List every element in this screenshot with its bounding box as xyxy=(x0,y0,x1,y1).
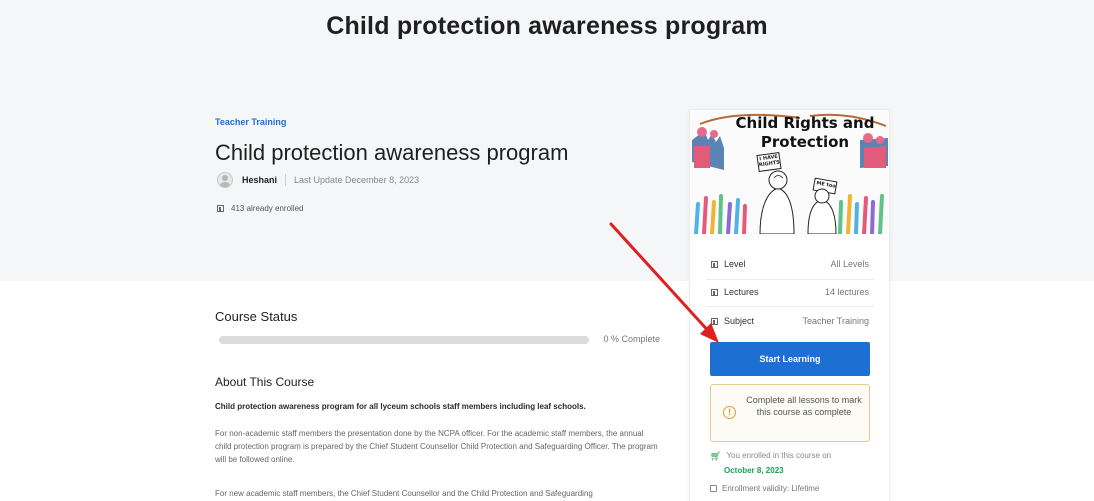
alert-circle-icon: ! xyxy=(723,406,736,419)
spec-value: All Levels xyxy=(830,259,869,269)
spec-divider xyxy=(706,306,874,307)
tag-icon xyxy=(711,260,718,268)
about-paragraph: For new academic staff members, the Chie… xyxy=(215,489,593,498)
course-progress-label: 0 % Complete xyxy=(603,334,660,344)
last-update: Last Update December 8, 2023 xyxy=(294,175,420,185)
page-title: Child protection awareness program xyxy=(326,12,768,40)
spec-value: Teacher Training xyxy=(802,316,869,326)
spec-label: Level xyxy=(724,259,746,269)
start-learning-button[interactable]: Start Learning xyxy=(710,342,870,376)
about-title: About This Course xyxy=(215,375,315,389)
course-status-title: Course Status xyxy=(215,309,298,324)
enrolled-count-text: 413 already enrolled xyxy=(231,204,304,213)
spec-label: Subject xyxy=(724,316,755,326)
course-thumbnail: Child Rights and Protection I HAVE RIGHT… xyxy=(690,110,889,234)
spec-value: 14 lectures xyxy=(824,287,869,297)
enrollment-validity-text: Enrollment validity: Lifetime xyxy=(722,484,820,493)
spec-level: Level All Levels xyxy=(711,259,869,269)
meta-divider xyxy=(285,174,287,186)
tag-icon xyxy=(711,317,718,325)
tag-icon xyxy=(217,205,224,212)
spec-divider xyxy=(706,279,874,280)
course-title: Child protection awareness program xyxy=(215,140,569,165)
spec-lectures: Lectures 14 lectures xyxy=(711,287,869,297)
spec-label: Lectures xyxy=(724,287,759,297)
thumbnail-title: Child Rights and Protection xyxy=(735,114,875,151)
enrolled-count: 413 already enrolled xyxy=(217,204,304,213)
enrolled-on-text: You enrolled in this course on xyxy=(726,451,832,460)
about-lead: Child protection awareness program for a… xyxy=(215,402,586,411)
about-paragraph: For non-academic staff members the prese… xyxy=(215,429,658,464)
course-progress-bar xyxy=(219,336,589,344)
enrolled-date: October 8, 2023 xyxy=(724,466,784,475)
author-name[interactable]: Heshani xyxy=(242,175,277,185)
tag-icon xyxy=(711,288,718,296)
completion-notice-text: Complete all lessons to mark this course… xyxy=(746,395,862,417)
user-avatar-icon xyxy=(217,172,233,188)
enrolled-on: 🛒︎ You enrolled in this course on xyxy=(710,451,831,462)
course-meta: Heshani Last Update December 8, 2023 xyxy=(217,172,419,188)
spec-subject: Subject Teacher Training xyxy=(711,316,869,326)
calendar-icon xyxy=(710,485,717,492)
completion-notice: ! Complete all lessons to mark this cour… xyxy=(710,384,870,442)
course-category-link[interactable]: Teacher Training xyxy=(215,117,286,127)
enrollment-validity: Enrollment validity: Lifetime xyxy=(710,484,819,493)
cart-icon: 🛒︎ xyxy=(710,451,722,461)
